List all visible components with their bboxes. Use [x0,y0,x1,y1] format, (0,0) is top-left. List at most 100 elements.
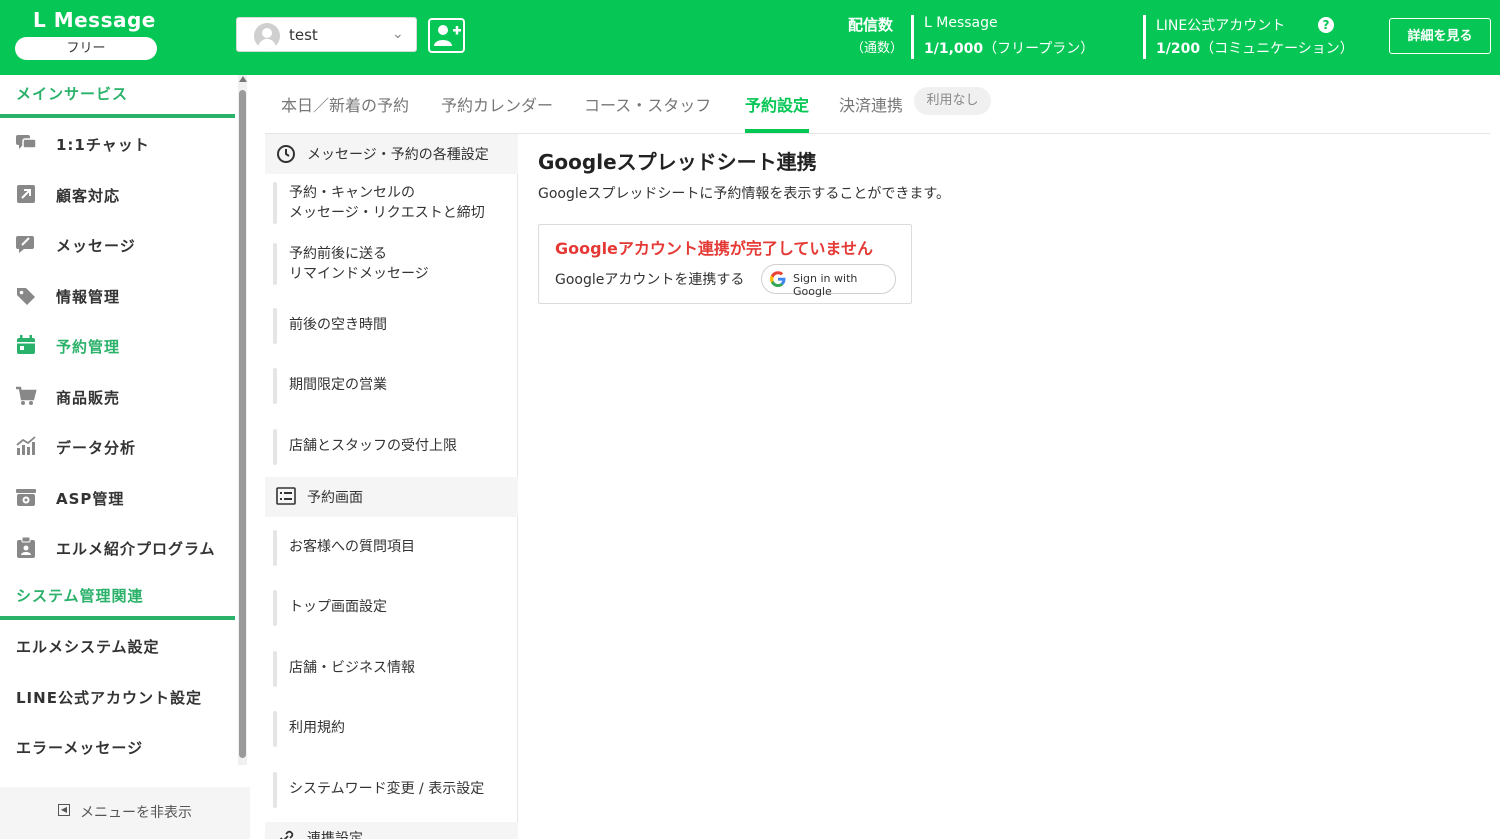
submenu-item-top-screen[interactable]: トップ画面設定 [273,590,513,626]
clipboard-icon [15,536,37,559]
scroll-up-arrow-icon[interactable] [239,76,247,82]
tab-calendar[interactable]: 予約カレンダー [441,92,553,116]
submenu-group-integration[interactable]: 連携設定 [265,822,518,839]
submenu-item-bar [273,429,277,465]
list-icon [276,487,296,507]
plan-badge: フリー [15,37,157,60]
sidebar-item-error-messages[interactable]: エラーメッセージ [0,725,235,769]
sidebar-item-sales[interactable]: 商品販売 [0,375,235,419]
avatar-icon [254,23,280,49]
arrow-icon [15,184,37,206]
submenu-item-label: 前後の空き時間 [289,317,387,333]
submenu-item-label: 予約前後に送る リマインドメッセージ [289,246,429,282]
hide-menu-label: メニューを非表示 [80,805,192,821]
submenu-item-bar [273,772,277,808]
submenu-item-label: 期間限定の営業 [289,377,387,393]
google-icon [770,271,786,287]
lmessage-plan: （フリープラン） [983,41,1095,57]
sidebar: メインサービス 1:1チャット 顧客対応 メッセージ 情報管理 予約管理 商品販… [0,75,250,839]
app-logo: L Message [33,8,156,32]
asp-icon [15,487,37,509]
page-description: Googleスプレッドシートに予約情報を表示することができます。 [538,186,950,202]
submenu-item-bar [273,651,277,687]
sidebar-item-label: メッセージ [56,237,136,255]
submenu-item-system-words[interactable]: システムワード変更 / 表示設定 [273,772,513,808]
link-account-label: Googleアカウントを連携する [555,272,745,288]
sidebar-item-label: 商品販売 [56,389,121,407]
sidebar-item-system-settings[interactable]: エルメシステム設定 [0,624,235,668]
view-details-button[interactable]: 詳細を見る [1389,18,1491,54]
add-user-icon [434,25,461,46]
submenu-group-reservation-screen[interactable]: 予約画面 [265,477,518,517]
submenu-group-message-settings[interactable]: メッセージ・予約の各種設定 [265,134,518,174]
section-divider [0,616,235,620]
lmessage-usage: 1/1,000（フリープラン） [924,38,1094,58]
reservation-tabs: 本日／新着の予約 予約カレンダー コース・スタッフ 予約設定 決済連携 [265,75,1490,134]
divider [911,15,914,59]
submenu-item-bar [273,368,277,404]
submenu-item-cancel-message[interactable]: 予約・キャンセルの メッセージ・リクエストと締切 [273,182,513,224]
calendar-icon [15,335,37,357]
submenu-item-label: システムワード変更 / 表示設定 [289,781,485,797]
sidebar-item-label: LINE公式アカウント設定 [16,689,202,707]
tab-payment[interactable]: 決済連携 [839,92,903,116]
sidebar-item-analytics[interactable]: データ分析 [0,425,235,469]
sidebar-scrollbar-thumb[interactable] [239,90,246,758]
chevron-down-icon: ⌄ [392,26,404,42]
tag-icon [15,285,37,307]
sidebar-item-line-account-settings[interactable]: LINE公式アカウント設定 [0,675,235,719]
sidebar-item-chat[interactable]: 1:1チャット [0,122,235,166]
sidebar-item-reservation[interactable]: 予約管理 [0,324,235,368]
submenu-item-bar [273,308,277,344]
sidebar-item-asp[interactable]: ASP管理 [0,476,235,520]
submenu-item-bar [273,182,277,224]
google-button-label: Sign in with Google [793,272,858,298]
help-icon[interactable]: ? [1318,17,1334,33]
sidebar-item-message[interactable]: メッセージ [0,223,235,267]
sidebar-item-label: 1:1チャット [56,136,150,154]
section-divider [0,114,235,118]
submenu-group-label: 予約画面 [307,490,363,506]
top-header: L Message フリー test ⌄ 配信数 （通数） L Message … [0,0,1500,75]
submenu-item-capacity[interactable]: 店舗とスタッフの受付上限 [273,429,513,465]
line-account-label: LINE公式アカウント [1156,18,1286,34]
hide-menu-button[interactable]: ◀ メニューを非表示 [0,787,250,839]
line-usage-value: 1/200 [1156,41,1201,57]
submenu-item-terms[interactable]: 利用規約 [273,711,513,747]
submenu-item-reminder[interactable]: 予約前後に送る リマインドメッセージ [273,243,513,285]
sidebar-item-referral[interactable]: エルメ紹介プログラム [0,526,235,570]
submenu-item-business-info[interactable]: 店舗・ビジネス情報 [273,651,513,687]
tab-reservation-settings[interactable]: 予約設定 [745,92,809,116]
submenu-item-questions[interactable]: お客様への質問項目 [273,530,513,566]
sidebar-item-label: 予約管理 [56,338,121,356]
sidebar-item-label: 顧客対応 [56,187,121,205]
sidebar-item-label: 情報管理 [56,288,121,306]
sign-in-with-google-button[interactable]: Sign in with Google [761,264,896,298]
submenu-item-buffer-time[interactable]: 前後の空き時間 [273,308,513,344]
sidebar-item-info-management[interactable]: 情報管理 [0,274,235,318]
tab-course-staff[interactable]: コース・スタッフ [584,92,711,116]
payment-status-badge: 利用なし [914,87,991,115]
sidebar-item-label: エルメ紹介プログラム [56,540,216,558]
delivery-count-label: 配信数 [848,16,894,34]
submenu-item-label: 利用規約 [289,720,345,736]
link-icon [276,828,296,839]
main-services-heading: メインサービス [16,85,129,103]
submenu-group-label: 連携設定 [307,831,363,839]
sidebar-item-customer-support[interactable]: 顧客対応 [0,173,235,217]
submenu-item-bar [273,711,277,747]
google-link-card: Googleアカウント連携が完了していません Googleアカウントを連携する … [538,224,912,304]
add-friend-button[interactable] [428,18,465,53]
page-title: Googleスプレッドシート連携 [538,150,817,174]
account-selector[interactable]: test ⌄ [236,17,417,52]
lmessage-label: L Message [924,15,998,31]
divider [1143,15,1146,59]
line-usage: 1/200（コミュニケーション） [1156,38,1354,58]
tab-today-new[interactable]: 本日／新着の予約 [281,92,409,116]
submenu-item-label: 予約・キャンセルの メッセージ・リクエストと締切 [289,185,485,221]
submenu-item-label: お客様への質問項目 [289,539,415,555]
sidebar-item-label: エルメシステム設定 [16,638,160,656]
submenu-item-label: 店舗とスタッフの受付上限 [289,438,457,454]
submenu-item-label: 店舗・ビジネス情報 [289,660,415,676]
submenu-item-limited-hours[interactable]: 期間限定の営業 [273,368,513,404]
